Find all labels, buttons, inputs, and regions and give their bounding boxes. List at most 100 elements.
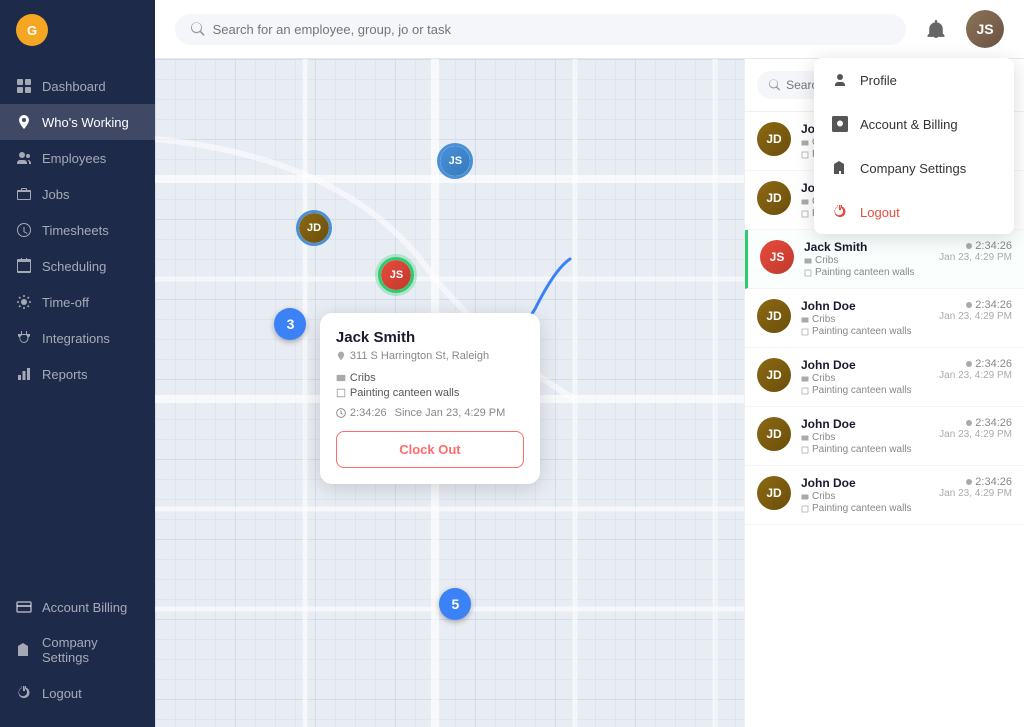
dropdown-company-settings[interactable]: Company Settings <box>814 146 1014 190</box>
employee-list-item[interactable]: JS Jack Smith Cribs Painting canteen wal… <box>745 230 1024 289</box>
user-dropdown-menu: Profile Account & Billing Company Settin… <box>814 58 1014 234</box>
map-background: 3 JS JD JS <box>155 59 744 727</box>
dropdown-account-billing[interactable]: Account & Billing <box>814 102 1014 146</box>
calendar-icon <box>16 258 32 274</box>
emp-name: John Doe <box>801 417 929 431</box>
emp-task: Painting canteen walls <box>801 385 929 396</box>
sidebar-label-reports: Reports <box>42 367 88 382</box>
sun-icon <box>16 294 32 310</box>
map-pin-jack-smith[interactable]: JS <box>378 257 414 293</box>
sidebar-item-timesheets[interactable]: Timesheets <box>0 212 155 248</box>
employee-list-item[interactable]: JD John Doe Cribs Painting canteen walls… <box>745 466 1024 525</box>
emp-task: Painting canteen walls <box>804 267 929 278</box>
cluster-count[interactable]: 5 <box>439 588 471 620</box>
emp-task: Painting canteen walls <box>801 444 929 455</box>
sidebar-item-reports[interactable]: Reports <box>0 356 155 392</box>
sidebar-item-whos-working[interactable]: Who's Working <box>0 104 155 140</box>
emp-job: Cribs <box>801 491 929 502</box>
users-icon <box>16 150 32 166</box>
sidebar-item-employees[interactable]: Employees <box>0 140 155 176</box>
popup-time-row: 2:34:26 Since Jan 23, 4:29 PM <box>336 407 524 419</box>
emp-time-area: 2:34:26 Jan 23, 4:29 PM <box>939 240 1012 263</box>
plug-icon <box>16 330 32 346</box>
employee-list-item[interactable]: JD John Doe Cribs Painting canteen walls… <box>745 289 1024 348</box>
clock-out-button[interactable]: Clock Out <box>336 431 524 468</box>
popup-task: Painting canteen walls <box>336 387 524 399</box>
popup-since: Since Jan 23, 4:29 PM <box>395 407 506 419</box>
power-icon <box>16 685 32 701</box>
sidebar-item-dashboard[interactable]: Dashboard <box>0 68 155 104</box>
credit-card-icon <box>16 599 32 615</box>
logout-power-icon <box>830 202 850 222</box>
sidebar-item-company-settings[interactable]: Company Settings <box>0 625 155 675</box>
emp-info: Jack Smith Cribs Painting canteen walls <box>804 240 929 278</box>
emp-time: 2:34:26 <box>939 358 1012 370</box>
header-actions: JS <box>918 10 1004 48</box>
cluster-count[interactable]: 3 <box>274 308 306 340</box>
notifications-button[interactable] <box>918 11 954 47</box>
emp-time-area: 2:34:26 Jan 23, 4:29 PM <box>939 299 1012 322</box>
emp-name: John Doe <box>801 358 929 372</box>
map-cluster-5[interactable]: 5 <box>439 588 471 620</box>
emp-date: Jan 23, 4:29 PM <box>939 429 1012 440</box>
emp-job: Cribs <box>804 255 929 266</box>
pin-avatar-jd-left: JD <box>296 210 332 246</box>
emp-time-area: 2:34:26 Jan 23, 4:29 PM <box>939 358 1012 381</box>
emp-time-area: 2:34:26 Jan 23, 4:29 PM <box>939 417 1012 440</box>
sidebar-bottom: Account Billing Company Settings Logout <box>0 581 155 727</box>
panel-search-icon <box>769 79 780 91</box>
popup-job: Cribs <box>336 372 524 384</box>
sidebar-label-scheduling: Scheduling <box>42 259 106 274</box>
map-pin-icon <box>16 114 32 130</box>
pin-avatar-initials: JD <box>299 213 329 243</box>
building-icon <box>16 642 32 658</box>
emp-time: 2:34:26 <box>939 417 1012 429</box>
sidebar-item-integrations[interactable]: Integrations <box>0 320 155 356</box>
popup-address: 311 S Harrington St, Raleigh <box>336 350 524 362</box>
sidebar-item-scheduling[interactable]: Scheduling <box>0 248 155 284</box>
emp-name: John Doe <box>801 476 929 490</box>
sidebar-label-employees: Employees <box>42 151 106 166</box>
map-cluster-3[interactable]: 3 <box>274 308 306 340</box>
popup-name: Jack Smith <box>336 329 524 346</box>
employee-info-popup: Jack Smith 311 S Harrington St, Raleigh … <box>320 313 540 484</box>
sidebar-label-integrations: Integrations <box>42 331 110 346</box>
emp-job: Cribs <box>801 373 929 384</box>
sidebar-label-logout: Logout <box>42 686 82 701</box>
sidebar-label-jobs: Jobs <box>42 187 69 202</box>
emp-avatar: JS <box>760 240 794 274</box>
sidebar-item-account-billing[interactable]: Account Billing <box>0 589 155 625</box>
company-settings-label: Company Settings <box>860 161 966 176</box>
emp-avatar: JD <box>757 181 791 215</box>
emp-avatar: JD <box>757 476 791 510</box>
emp-job: Cribs <box>801 432 929 443</box>
dropdown-logout[interactable]: Logout <box>814 190 1014 234</box>
account-billing-label: Account & Billing <box>860 117 958 132</box>
emp-info: John Doe Cribs Painting canteen walls <box>801 299 929 337</box>
sidebar-item-jobs[interactable]: Jobs <box>0 176 155 212</box>
clock-icon <box>16 222 32 238</box>
map-pin-js-top[interactable]: JS <box>437 143 473 179</box>
sidebar-label-timesheets: Timesheets <box>42 223 109 238</box>
logout-label: Logout <box>860 205 900 220</box>
user-avatar-button[interactable]: JS <box>966 10 1004 48</box>
map-pin-jd-left[interactable]: JD <box>296 210 332 246</box>
sidebar-item-time-off[interactable]: Time-off <box>0 284 155 320</box>
employee-list-item[interactable]: JD John Doe Cribs Painting canteen walls… <box>745 348 1024 407</box>
bar-chart-icon <box>16 366 32 382</box>
emp-date: Jan 23, 4:29 PM <box>939 252 1012 263</box>
pin-avatar-initials: JS <box>381 260 411 290</box>
emp-info: John Doe Cribs Painting canteen walls <box>801 358 929 396</box>
search-bar[interactable] <box>175 14 906 45</box>
map-area[interactable]: 3 JS JD JS <box>155 59 744 727</box>
sidebar-label-account-billing: Account Billing <box>42 600 127 615</box>
avatar: JS <box>966 10 1004 48</box>
search-input[interactable] <box>213 22 890 37</box>
sidebar-item-logout[interactable]: Logout <box>0 675 155 711</box>
sidebar-nav: Dashboard Who's Working Employees Jobs <box>0 60 155 581</box>
pin-avatar-initials: JS <box>440 146 470 176</box>
emp-avatar: JD <box>757 417 791 451</box>
employee-list-item[interactable]: JD John Doe Cribs Painting canteen walls… <box>745 407 1024 466</box>
emp-job: Cribs <box>801 314 929 325</box>
dropdown-profile[interactable]: Profile <box>814 58 1014 102</box>
